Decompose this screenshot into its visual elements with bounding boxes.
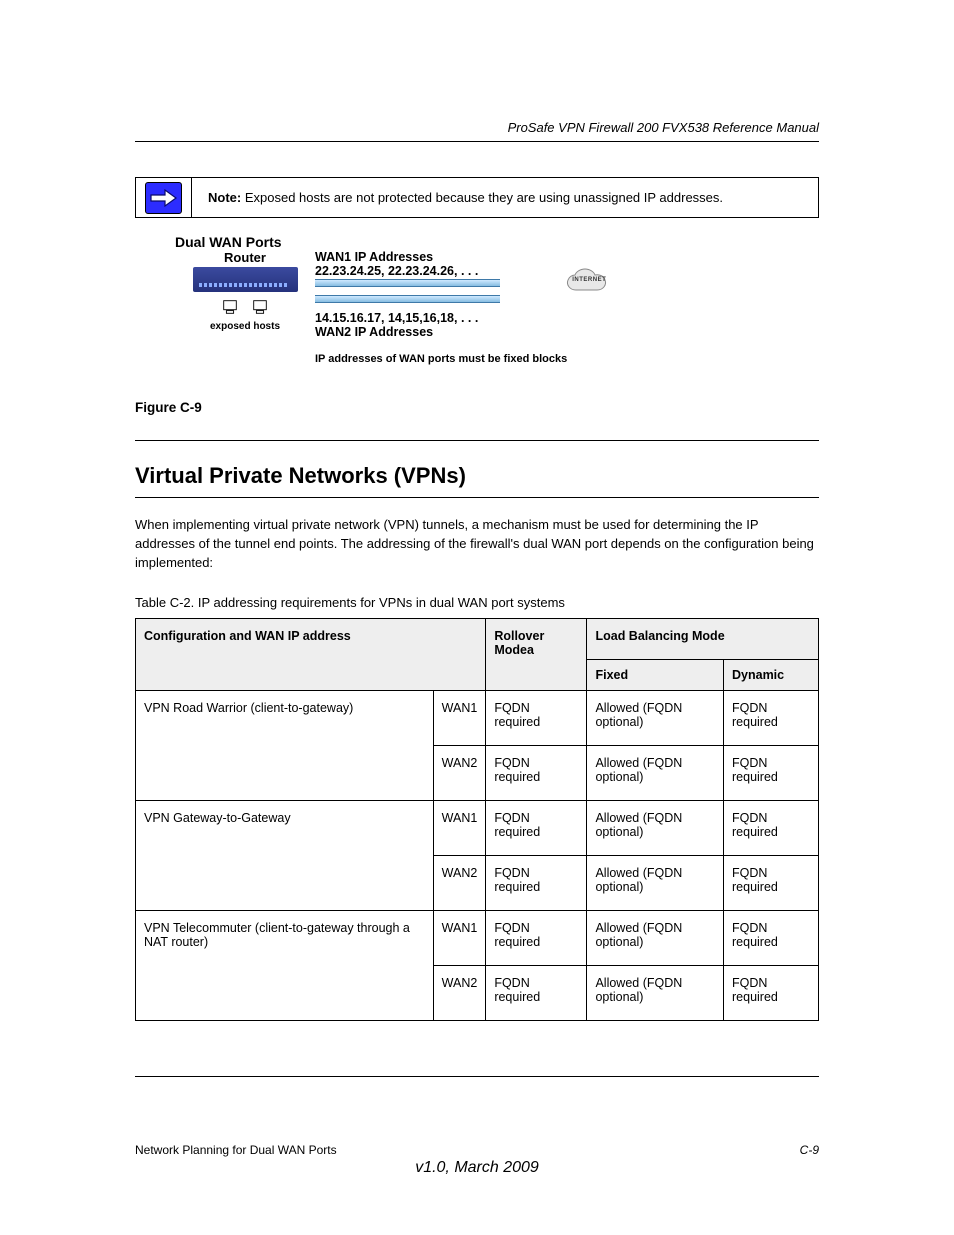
note-label: Note: <box>208 190 241 205</box>
cell-fixed: Allowed (FQDN optional) <box>587 910 724 965</box>
network-diagram: Dual WAN Ports Router exposed hosts WAN1… <box>175 234 819 390</box>
cell-dynamic: FQDN required <box>724 745 819 800</box>
cell-dynamic: FQDN required <box>724 855 819 910</box>
cell-dynamic: FQDN required <box>724 800 819 855</box>
col-lb: Load Balancing Mode <box>587 618 819 659</box>
header-rule <box>135 141 819 142</box>
arrow-right-icon <box>145 182 182 214</box>
cell-rollover: FQDN required <box>486 910 587 965</box>
note-body: Note: Exposed hosts are not protected be… <box>192 178 818 217</box>
computer-icon <box>251 298 269 321</box>
ip-note: IP addresses of WAN ports must be fixed … <box>315 353 567 365</box>
figure-caption: Figure C-9 <box>135 400 819 415</box>
col-rollover: Rollover Modea <box>486 618 587 690</box>
cell-dynamic: FQDN required <box>724 690 819 745</box>
cell-fixed: Allowed (FQDN optional) <box>587 745 724 800</box>
table-row: VPN Gateway-to-Gateway WAN1 FQDN require… <box>136 800 819 855</box>
cell-port: WAN1 <box>433 910 486 965</box>
cell-fixed: Allowed (FQDN optional) <box>587 690 724 745</box>
col-dynamic: Dynamic <box>724 659 819 690</box>
col-config: Configuration and WAN IP address <box>136 618 486 690</box>
cell-rollover: FQDN required <box>486 965 587 1020</box>
cell-rollover: FQDN required <box>486 855 587 910</box>
cell-fixed: Allowed (FQDN optional) <box>587 855 724 910</box>
table-caption: Table C-2. IP addressing requirements fo… <box>135 595 819 610</box>
cell-config: VPN Road Warrior (client-to-gateway) <box>136 690 434 800</box>
page-header-title: ProSafe VPN Firewall 200 FVX538 Referenc… <box>135 120 819 135</box>
section-title: Virtual Private Networks (VPNs) <box>135 463 819 489</box>
vpn-requirements-table: Configuration and WAN IP address Rollove… <box>135 618 819 1021</box>
wan1-label: WAN1 IP Addresses <box>315 250 433 264</box>
footer-left: Network Planning for Dual WAN Ports <box>135 1143 337 1157</box>
cell-fixed: Allowed (FQDN optional) <box>587 965 724 1020</box>
cell-config: VPN Telecommuter (client-to-gateway thro… <box>136 910 434 1020</box>
diagram-title: Dual WAN Ports <box>175 234 819 250</box>
exposed-hosts-label: exposed hosts <box>175 321 315 332</box>
note-icon-cell <box>136 178 192 217</box>
wan-link-icon <box>315 295 500 303</box>
internet-label: INTERNET <box>572 277 606 283</box>
wan2-ips: 14.15.16.17, 14,15,16,18, . . . <box>315 311 478 325</box>
cloud-icon: INTERNET <box>564 268 619 298</box>
footer-right: C-9 <box>800 1143 819 1157</box>
cell-dynamic: FQDN required <box>724 965 819 1020</box>
section-body: When implementing virtual private networ… <box>135 516 819 573</box>
footer-rule <box>135 1076 819 1077</box>
table-row: VPN Telecommuter (client-to-gateway thro… <box>136 910 819 965</box>
table-row: VPN Road Warrior (client-to-gateway) WAN… <box>136 690 819 745</box>
wan2-label: WAN2 IP Addresses <box>315 325 433 339</box>
wan1-ips: 22.23.24.25, 22.23.24.26, . . . <box>315 264 478 278</box>
cell-port: WAN2 <box>433 745 486 800</box>
footer-version: v1.0, March 2009 <box>135 1159 819 1177</box>
cell-rollover: FQDN required <box>486 745 587 800</box>
cell-dynamic: FQDN required <box>724 910 819 965</box>
cell-config: VPN Gateway-to-Gateway <box>136 800 434 910</box>
col-fixed: Fixed <box>587 659 724 690</box>
note-box: Note: Exposed hosts are not protected be… <box>135 177 819 218</box>
router-label: Router <box>175 250 315 265</box>
section-rule-top <box>135 440 819 441</box>
cell-fixed: Allowed (FQDN optional) <box>587 800 724 855</box>
note-text: Exposed hosts are not protected because … <box>245 190 723 205</box>
cell-port: WAN2 <box>433 855 486 910</box>
cell-rollover: FQDN required <box>486 690 587 745</box>
computer-icon <box>221 298 239 321</box>
wan-link-icon <box>315 279 500 287</box>
router-icon <box>193 267 298 292</box>
cell-port: WAN1 <box>433 800 486 855</box>
cell-port: WAN2 <box>433 965 486 1020</box>
section-rule-bottom <box>135 497 819 498</box>
cell-rollover: FQDN required <box>486 800 587 855</box>
cell-port: WAN1 <box>433 690 486 745</box>
